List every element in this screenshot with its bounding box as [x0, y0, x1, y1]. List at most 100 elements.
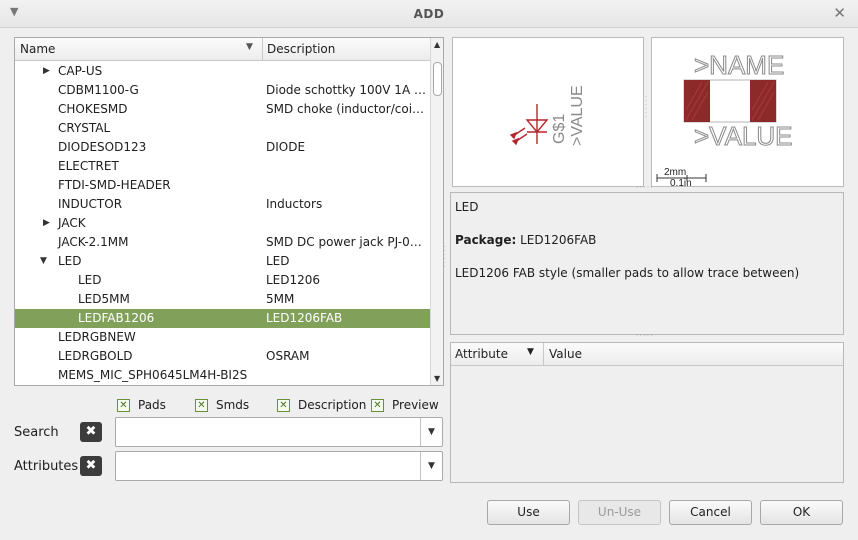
checkbox-checked-icon[interactable]: ✕: [371, 398, 384, 412]
scroll-down-icon[interactable]: ▼: [434, 374, 440, 383]
checkbox-checked-icon[interactable]: ✕: [117, 398, 130, 412]
expand-down-icon[interactable]: ▼: [40, 252, 47, 271]
use-button[interactable]: Use: [487, 500, 570, 525]
column-divider[interactable]: [543, 343, 544, 366]
tree-row-name: CRYSTAL: [58, 121, 111, 135]
tree-row[interactable]: INDUCTOR Inductors: [15, 195, 430, 214]
tree-row[interactable]: LEDFAB1206 LED1206FAB: [15, 309, 430, 328]
tree-row-name: JACK-2.1MM: [58, 235, 129, 249]
cancel-button[interactable]: Cancel: [669, 500, 752, 525]
sort-descending-icon[interactable]: ▼: [527, 347, 534, 357]
tree-row-name: FTDI-SMD-HEADER: [58, 178, 171, 192]
pads-checkbox[interactable]: ✕ Pads: [117, 397, 166, 413]
sort-descending-icon[interactable]: ▼: [246, 42, 253, 52]
preview-checkbox[interactable]: ✕ Preview: [371, 397, 439, 413]
package-value-label: >VALUE: [694, 121, 793, 151]
tree-row[interactable]: LED5MM 5MM: [15, 290, 430, 309]
tree-header: Name ▼ Description: [15, 38, 430, 61]
clear-search-icon[interactable]: ✖: [80, 422, 102, 442]
pads-label: Pads: [138, 398, 166, 412]
column-header-value[interactable]: Value: [549, 347, 582, 361]
scroll-up-icon[interactable]: ▲: [434, 40, 440, 49]
column-header-name[interactable]: Name: [20, 42, 55, 56]
attributes-combobox[interactable]: ▼: [115, 451, 443, 481]
tree-row[interactable]: CRYSTAL: [15, 119, 430, 138]
splitter-grip-horizontal[interactable]: ·····: [636, 184, 654, 192]
tree-row[interactable]: FTDI-SMD-HEADER: [15, 176, 430, 195]
search-label: Search: [14, 425, 59, 440]
splitter-grip-vertical[interactable]: · · · · · ·: [444, 245, 446, 271]
tree-row[interactable]: ▼ LED LED: [15, 252, 430, 271]
ok-button[interactable]: OK: [760, 500, 843, 525]
tree-row-name: LED5MM: [78, 292, 130, 306]
description-checkbox[interactable]: ✕ Description: [277, 397, 366, 413]
tree-row-description: 5MM: [266, 292, 295, 306]
tree-scrollbar[interactable]: ▲ ▼: [430, 38, 443, 385]
close-icon[interactable]: ✕: [833, 4, 846, 22]
smds-checkbox[interactable]: ✕ Smds: [195, 397, 249, 413]
attribute-table: Attribute ▼ Value: [450, 342, 844, 483]
tree-row[interactable]: CHOKESMD SMD choke (inductor/coil) ...: [15, 100, 430, 119]
led-symbol-graphic: G$1 >VALUE: [509, 85, 586, 146]
symbol-gs-label: G$1: [551, 114, 568, 144]
tree-row-name: LEDRGBNEW: [58, 330, 136, 344]
column-divider[interactable]: [262, 38, 263, 61]
tree-row-description: LED: [266, 254, 290, 268]
tree-row-description: Diode schottky 100V 1A mi...: [266, 83, 426, 97]
smds-label: Smds: [216, 398, 250, 412]
unuse-button[interactable]: Un-Use: [578, 500, 661, 525]
tree-row[interactable]: MEMS_MIC_SPH0645LM4H-BI2S: [15, 366, 430, 385]
tree-row[interactable]: DIODESOD123 DIODE: [15, 138, 430, 157]
tree-row-description: SMD choke (inductor/coil) ...: [266, 102, 426, 116]
dropdown-arrow-icon[interactable]: ▼: [420, 452, 442, 480]
tree-row-name: LED: [78, 273, 102, 287]
description-panel: LED Package: LED1206FAB LED1206 FAB styl…: [450, 192, 844, 335]
tree-row[interactable]: LEDRGBOLD OSRAM: [15, 347, 430, 366]
dropdown-arrow-icon[interactable]: ▼: [420, 418, 442, 446]
package-label: Package:: [455, 233, 517, 247]
symbol-preview: G$1 >VALUE: [452, 37, 644, 187]
tree-rows: ▶ CAP-US CDBM1100-G Diode schottky 100V 1A …: [15, 62, 430, 385]
tree-row-name: LED: [58, 254, 82, 268]
tree-row-description: OSRAM: [266, 349, 310, 363]
scale-mm-label: 2mm: [664, 167, 686, 178]
scale-in-label: 0.1in: [670, 178, 692, 186]
checkbox-checked-icon[interactable]: ✕: [195, 398, 208, 412]
window-title: ADD: [413, 7, 445, 21]
tree-row[interactable]: ▶ CAP-US: [15, 62, 430, 81]
tree-row-name: DIODESOD123: [58, 140, 147, 154]
package-preview: >NAME >VALUE 2mm 0.1in: [651, 37, 844, 189]
package-line: Package: LED1206FAB: [455, 233, 839, 247]
expand-right-icon[interactable]: ▶: [43, 214, 50, 233]
column-header-description[interactable]: Description: [267, 42, 335, 56]
description-label: Description: [298, 398, 367, 412]
checkbox-checked-icon[interactable]: ✕: [277, 398, 290, 412]
tree-row[interactable]: LED LED1206: [15, 271, 430, 290]
tree-row-description: LED1206FAB: [266, 311, 343, 325]
tree-row[interactable]: LEDRGBNEW: [15, 328, 430, 347]
tree-row[interactable]: ▶ JACK: [15, 214, 430, 233]
column-header-attribute[interactable]: Attribute: [455, 347, 508, 361]
package-value: LED1206FAB: [520, 233, 597, 247]
tree-row-name: MEMS_MIC_SPH0645LM4H-BI2S: [58, 368, 248, 382]
tree-row[interactable]: ELECTRET: [15, 157, 430, 176]
clear-attributes-icon[interactable]: ✖: [80, 456, 102, 476]
tree-row-name: INDUCTOR: [58, 197, 123, 211]
splitter-grip-vertical[interactable]: · · · · · ·: [645, 95, 647, 121]
attributes-label: Attributes: [14, 459, 79, 474]
scrollbar-thumb[interactable]: [433, 62, 442, 96]
tree-row-description: SMD DC power jack PJ-002...: [266, 235, 426, 249]
tree-row[interactable]: CDBM1100-G Diode schottky 100V 1A mi...: [15, 81, 430, 100]
expand-right-icon[interactable]: ▶: [43, 62, 50, 81]
device-name: LED: [455, 200, 479, 214]
tree-row-description: DIODE: [266, 140, 306, 154]
splitter-grip-horizontal[interactable]: ·····: [636, 332, 654, 340]
search-combobox[interactable]: ▼: [115, 417, 443, 447]
tree-row-name: LEDRGBOLD: [58, 349, 133, 363]
package-footprint-graphic: >NAME >VALUE 2mm 0.1in: [656, 50, 793, 189]
title-bar: ▼ ADD ✕: [0, 0, 858, 28]
tree-row-name: ELECTRET: [58, 159, 119, 173]
tree-row[interactable]: JACK-2.1MM SMD DC power jack PJ-002...: [15, 233, 430, 252]
library-tree: Name ▼ Description ▶ CAP-US CDBM1100-G Diod…: [14, 37, 444, 386]
tree-row-name: JACK: [58, 216, 86, 230]
